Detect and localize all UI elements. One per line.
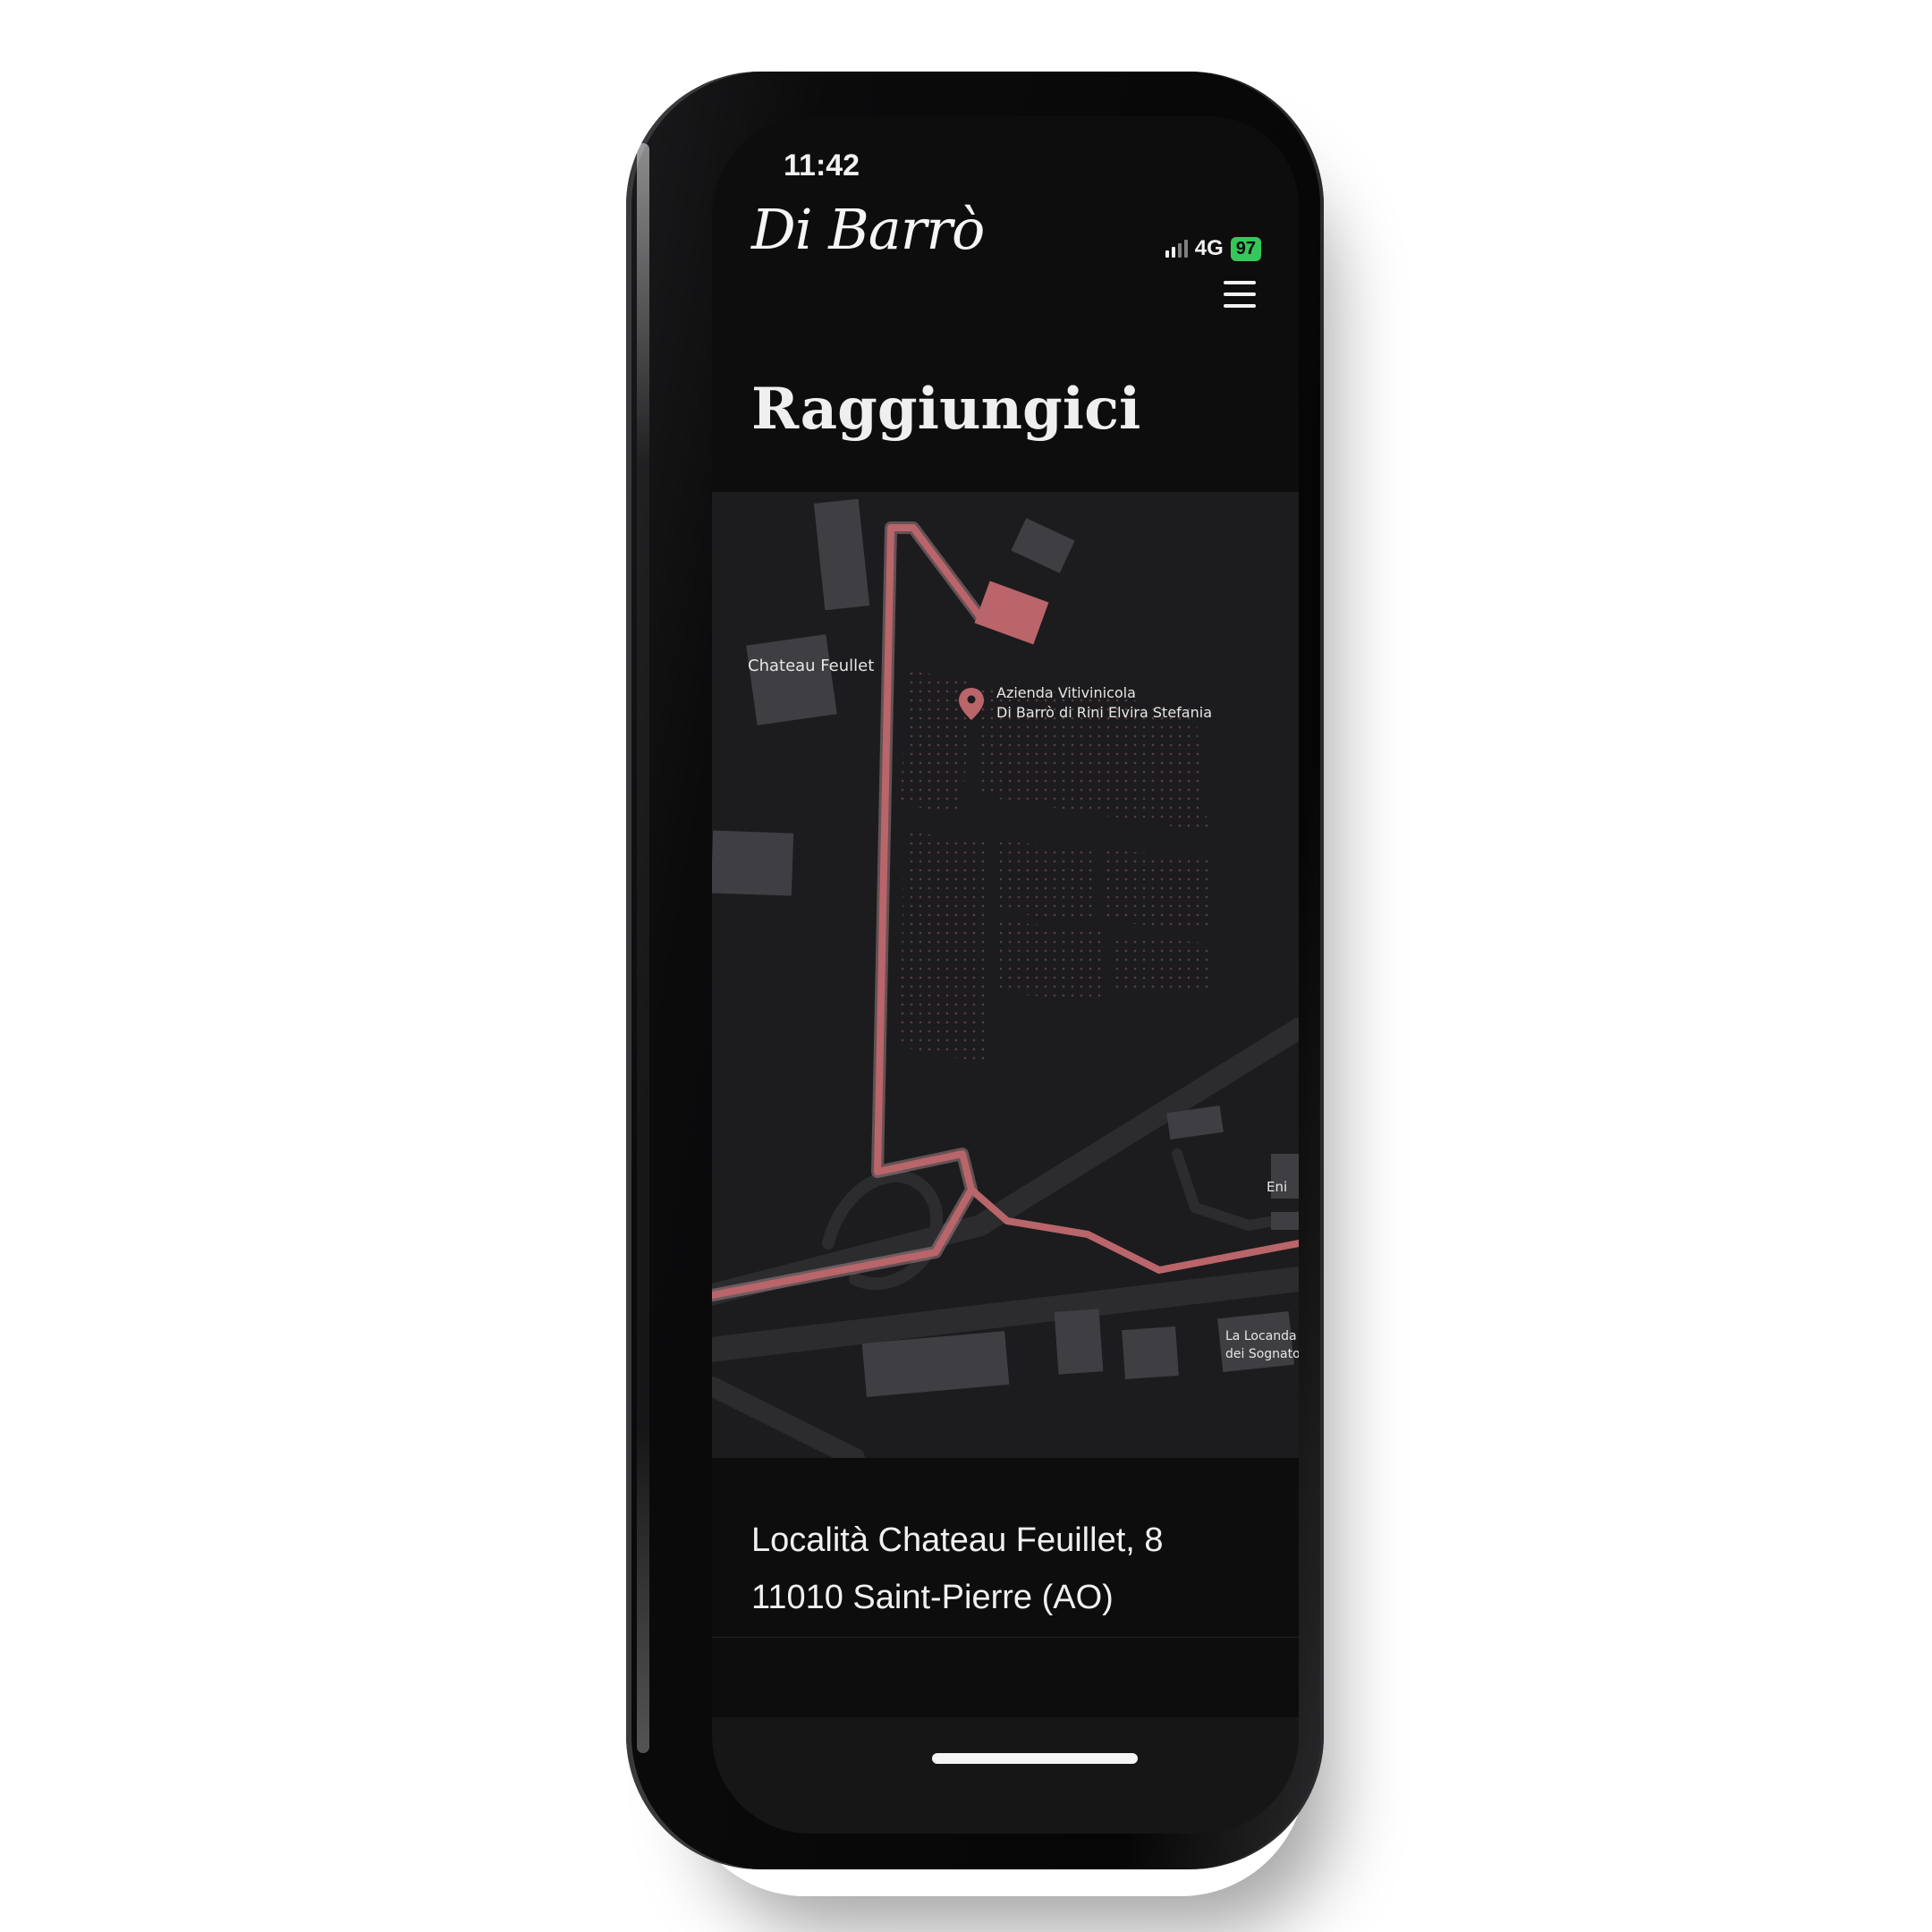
hamburger-menu-icon[interactable] xyxy=(1224,281,1256,308)
map-label-locanda-line2: dei Sognatori xyxy=(1225,1347,1299,1361)
phone-screen: 11:42 4G 97 Di Barrò Raggiungici Chateau… xyxy=(712,116,1299,1834)
map-building xyxy=(1271,1212,1299,1230)
page-title: Raggiungici xyxy=(751,376,1141,443)
cellular-signal-icon xyxy=(1165,240,1188,258)
address-line2: 11010 Saint-Pierre (AO) xyxy=(751,1579,1114,1616)
destination-building xyxy=(974,580,1049,645)
vineyard-fields xyxy=(900,671,1213,1064)
divider xyxy=(712,1637,1299,1638)
vineyard-field xyxy=(1114,935,1213,993)
map-label-winery-line2: Di Barrò di Rini Elvira Stefania xyxy=(996,704,1212,721)
map-building xyxy=(1122,1326,1179,1380)
status-icons: 4G 97 xyxy=(1165,236,1261,261)
phone-edge-highlight xyxy=(637,143,649,1753)
location-map[interactable]: Chateau Feullet Azienda Vitivinicola Di … xyxy=(712,492,1299,1458)
home-indicator[interactable] xyxy=(932,1753,1138,1764)
map-label-locanda-line1: La Locanda xyxy=(1225,1329,1297,1343)
address-block: Località Chateau Feuillet, 8 11010 Saint… xyxy=(751,1512,1164,1626)
map-label-winery-line1: Azienda Vitivinicola xyxy=(996,684,1136,701)
vineyard-field xyxy=(998,921,1106,1002)
map-building xyxy=(1054,1309,1104,1375)
map-label-eni: Eni xyxy=(1267,1179,1287,1195)
address-line1: Località Chateau Feuillet, 8 xyxy=(751,1521,1164,1559)
vineyard-field xyxy=(900,671,971,814)
battery-icon: 97 xyxy=(1230,236,1261,261)
map-building xyxy=(712,830,794,896)
map-building xyxy=(746,634,837,725)
vineyard-field xyxy=(998,841,1097,921)
network-type: 4G xyxy=(1194,236,1224,260)
bottom-toolbar xyxy=(712,1717,1299,1834)
vineyard-field xyxy=(1106,850,1213,930)
map-building xyxy=(1011,518,1075,573)
status-time: 11:42 xyxy=(784,148,860,182)
map-roads xyxy=(712,1018,1299,1458)
vineyard-field xyxy=(900,832,989,1064)
brand-logo[interactable]: Di Barrò xyxy=(751,197,985,262)
map-building xyxy=(813,498,870,611)
map-label-chateau: Chateau Feullet xyxy=(748,657,874,675)
